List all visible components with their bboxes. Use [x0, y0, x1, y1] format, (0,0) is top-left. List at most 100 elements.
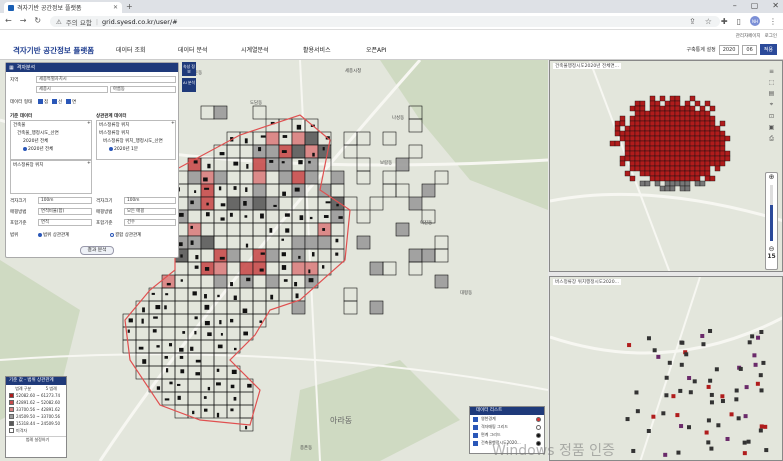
data-type-line[interactable]: 선	[52, 99, 62, 105]
browser-tab[interactable]: 격자기반 공간정보 플랫폼 ✕	[4, 2, 122, 13]
nav-data-analysis[interactable]: 데이터 분석	[178, 45, 208, 54]
legend-col-b[interactable]: 5 범례	[46, 386, 57, 392]
year-select[interactable]: 2020	[718, 44, 740, 55]
login-link[interactable]: 로그인	[765, 33, 777, 39]
comp-year[interactable]: 2020년 1분	[109, 146, 138, 152]
range-option-b[interactable]: 결합 상관관계	[110, 232, 141, 238]
sidebar-icon[interactable]: ▯	[737, 17, 741, 26]
heat-cell	[629, 145, 636, 152]
extensions-icon[interactable]: ✚	[721, 17, 728, 26]
print-icon[interactable]: ⎙	[769, 135, 774, 143]
legend-settings-link[interactable]: 범례 설정하기	[26, 437, 49, 443]
bus-stop-cell	[671, 394, 676, 399]
base-item[interactable]: 건축물_행정시도_산면	[17, 130, 59, 136]
nav-open-api[interactable]: 오픈API	[366, 45, 387, 54]
maximize-icon[interactable]: ▢	[751, 1, 759, 10]
capture-icon[interactable]: ▣	[769, 124, 775, 131]
mini-map-bottom[interactable]: 버스정류장 위치행정시도2020...	[549, 276, 783, 461]
comp-add-icon[interactable]: +	[171, 121, 175, 126]
zoom-out-button[interactable]: ⊖	[766, 245, 777, 253]
star-icon[interactable]: ☆	[705, 17, 712, 26]
measure-icon[interactable]: ⊡	[769, 113, 774, 120]
forward-icon[interactable]: →	[20, 16, 27, 25]
close-window-icon[interactable]: ✕	[772, 1, 779, 10]
heat-cell	[669, 110, 676, 117]
heat-cell	[664, 145, 671, 152]
data-list-item[interactable]: 영천경계	[470, 415, 544, 423]
sub-region2-select[interactable]: 아름동	[110, 86, 176, 93]
data-type-point[interactable]: 점	[38, 99, 48, 105]
url-field[interactable]: ⚠ 주의 요함 | grid.syesd.co.kr/user/#	[50, 16, 720, 27]
layer-checkbox[interactable]	[473, 432, 478, 438]
close-tab-icon[interactable]: ✕	[113, 4, 118, 11]
representative-select-b[interactable]: 건수	[124, 219, 176, 226]
building-mark	[308, 278, 314, 283]
bus-stop-cell	[664, 393, 669, 398]
heat-cell	[684, 175, 691, 182]
layer-checkbox[interactable]	[473, 440, 478, 446]
building-mark	[180, 279, 183, 282]
zoom-in-button[interactable]: ⊕	[766, 173, 777, 181]
base-year-b[interactable]: 2020년 전체	[23, 146, 53, 152]
share-icon[interactable]: ⇪	[689, 17, 696, 26]
heat-cell	[694, 165, 701, 172]
base-add2-icon[interactable]: +	[87, 161, 91, 166]
bus-stop-cell	[692, 379, 697, 384]
map-icon[interactable]: ▤	[769, 90, 775, 97]
layer-checkbox[interactable]	[473, 416, 478, 422]
attribute-info-button[interactable]: 속성 정보	[182, 62, 196, 76]
sub-region-select[interactable]: 세종시	[36, 86, 108, 93]
comp-item[interactable]: 버스정류장 위치_행정시도_산면	[103, 138, 163, 144]
mini-map-top[interactable]: 건축물행정시도2020년 전체면...	[549, 60, 783, 272]
method-select-b[interactable]: 모든 매핑	[124, 208, 176, 215]
base-add-icon[interactable]: +	[87, 121, 91, 126]
month-select[interactable]: 06	[742, 44, 757, 55]
heat-cell	[664, 135, 671, 142]
minimize-icon[interactable]: –	[733, 1, 737, 10]
reload-icon[interactable]: ↻	[34, 16, 41, 25]
app-logo[interactable]: 격자기반 공간정보 플랫폼	[13, 45, 94, 56]
building-mark	[190, 225, 193, 229]
layer-color-dot[interactable]	[536, 424, 541, 430]
data-type-area[interactable]: 면	[66, 99, 76, 105]
new-tab-button[interactable]: +	[126, 2, 133, 11]
building-mark	[323, 215, 329, 218]
menu-icon[interactable]: ⋮	[769, 17, 777, 26]
back-icon[interactable]: ←	[5, 16, 12, 25]
data-list-item[interactable]: 격자매핑 그리드	[470, 423, 544, 431]
layer-color-dot[interactable]	[536, 432, 541, 438]
heat-cell	[699, 110, 706, 117]
nav-data-view[interactable]: 데이터 조회	[116, 45, 146, 54]
layer-color-dot[interactable]	[536, 416, 541, 422]
run-analysis-button[interactable]: 결과 분석	[80, 246, 114, 255]
profile-avatar[interactable]: NH	[750, 16, 760, 26]
base-section: 건축물	[13, 123, 26, 128]
base-year-a[interactable]: 2020년 전체	[23, 138, 48, 144]
grid-cell	[278, 157, 293, 172]
zoom-control: ⊕ ⊖ 15	[765, 172, 778, 270]
method-select-a[interactable]: 면적비율(합)	[38, 208, 92, 215]
grid-cell	[304, 170, 319, 185]
app-header: 격자기반 공간정보 플랫폼 데이터 조회 데이터 분석 시계열분석 활용서비스 …	[0, 30, 783, 60]
admin-link[interactable]: 관리자페이지	[736, 33, 761, 39]
nav-services[interactable]: 활용서비스	[303, 45, 331, 54]
heat-cell	[649, 105, 656, 112]
grid-size-select-a[interactable]: 100m	[38, 197, 92, 204]
map-label-eojin: 어진동	[420, 221, 433, 226]
select-icon[interactable]: ⬚	[769, 79, 775, 86]
representative-select-a[interactable]: 면적	[38, 219, 92, 226]
layer-checkbox[interactable]	[473, 424, 478, 430]
ai-analysis-button[interactable]: AI 분석	[182, 78, 196, 92]
nav-timeseries[interactable]: 시계열분석	[241, 45, 269, 54]
region-select[interactable]: 세종특별자치시	[36, 76, 176, 83]
heat-cell	[629, 140, 636, 147]
range-option-a[interactable]: 범위 상관관계	[38, 232, 69, 238]
zoom-slider[interactable]	[770, 185, 773, 241]
grid-cell	[239, 274, 254, 289]
location-icon[interactable]: ⌖	[770, 101, 773, 109]
heat-cell	[654, 130, 661, 137]
grid-size-select-b[interactable]: 100m	[124, 197, 176, 204]
layers-icon[interactable]: ≡	[769, 68, 774, 75]
apply-button[interactable]: 적용	[759, 44, 777, 55]
data-list-item[interactable]: 면계 그리드	[470, 431, 544, 439]
